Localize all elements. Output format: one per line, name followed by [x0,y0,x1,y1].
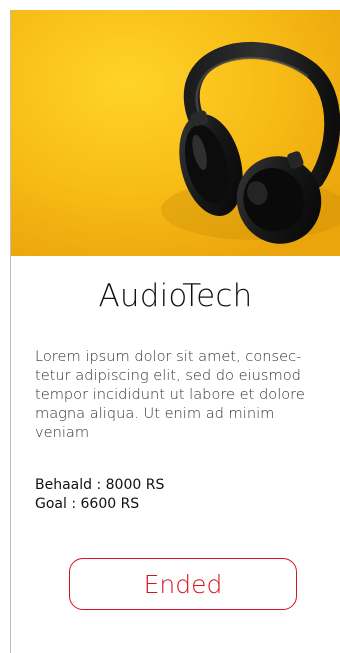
goal-amount: Goal : 6600 RS [35,496,140,512]
product-card: AudioTech Lorem ipsum dolor sit amet, co… [10,10,340,653]
product-description: Lorem ipsum dolor sit amet, consec­tetur… [35,348,305,441]
headphones-icon [11,10,340,256]
product-title: AudioTech [98,278,253,314]
product-image [11,10,340,256]
funding-stats: Behaald : 8000 RS Goal : 6600 RS [35,476,331,514]
behaald-amount: Behaald : 8000 RS [35,477,165,493]
ended-button[interactable]: Ended [69,558,297,610]
